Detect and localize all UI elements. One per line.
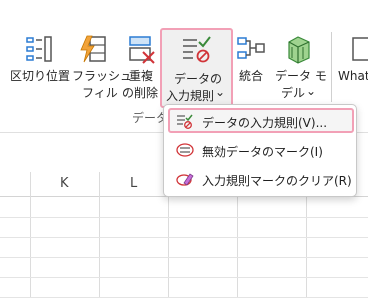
- column-header-l[interactable]: L: [130, 176, 137, 191]
- what-if-analysis-button[interactable]: What: [338, 28, 368, 88]
- data-validation-button[interactable]: データの 入力規則 ⌄: [160, 28, 233, 108]
- data-validation-label-2: 入力規則: [166, 89, 215, 103]
- menu-item-clear-validation-circles[interactable]: 入力規則マークのクリア(R): [168, 167, 354, 192]
- menu-item-label: 無効データのマーク(I): [202, 145, 323, 159]
- consolidate-button[interactable]: 統合: [235, 28, 267, 88]
- what-if-icon: [352, 37, 368, 61]
- grid-line: [30, 172, 31, 298]
- chevron-down-icon: ⌄: [306, 84, 317, 98]
- grid-line: [0, 277, 368, 278]
- what-if-label: What: [338, 69, 368, 83]
- grid-line: [0, 217, 368, 218]
- data-validation-icon: [183, 36, 211, 63]
- text-to-columns-label: 区切り位置: [10, 69, 71, 83]
- menu-item-label: 入力規則マークのクリア(R): [202, 174, 352, 188]
- menu-item-label: データの入力規則(V)...: [202, 116, 328, 130]
- text-to-columns-button[interactable]: 区切り位置: [8, 28, 71, 88]
- grid-line: [0, 257, 368, 258]
- flash-fill-label-2: フィル: [82, 86, 118, 100]
- text-to-columns-icon: [26, 36, 52, 62]
- data-model-label-2: デル: [281, 86, 306, 100]
- chevron-down-icon: ⌄: [215, 85, 226, 99]
- grid-line: [0, 237, 368, 238]
- data-model-button[interactable]: データ モ デル ⌄: [272, 28, 328, 100]
- consolidate-label: 統合: [239, 69, 264, 83]
- data-validation-menu: データの入力規則(V)... 無効データのマーク(I) 入力規則マークのクリア(…: [163, 104, 357, 197]
- menu-item-data-validation[interactable]: データの入力規則(V)...: [168, 108, 354, 133]
- grid-line: [99, 172, 100, 298]
- remove-duplicates-label-2: の削除: [122, 86, 159, 100]
- data-model-icon: [288, 36, 310, 64]
- menu-item-circle-invalid-data[interactable]: 無効データのマーク(I): [168, 138, 354, 163]
- circle-invalid-icon: [176, 143, 194, 157]
- remove-duplicates-button[interactable]: 重複 の削除: [122, 28, 160, 100]
- remove-duplicates-label-1: 重複: [129, 69, 154, 83]
- flash-fill-button[interactable]: フラッシュ フィル: [70, 28, 132, 100]
- column-header-k[interactable]: K: [60, 176, 69, 191]
- ribbon-divider: [331, 32, 332, 102]
- data-validation-icon: [177, 114, 193, 129]
- clear-circles-icon: [176, 173, 194, 186]
- flash-fill-icon: [80, 35, 106, 63]
- data-model-label-1: データ モ: [275, 69, 327, 83]
- remove-duplicates-icon: [129, 36, 155, 64]
- consolidate-icon: [237, 37, 265, 59]
